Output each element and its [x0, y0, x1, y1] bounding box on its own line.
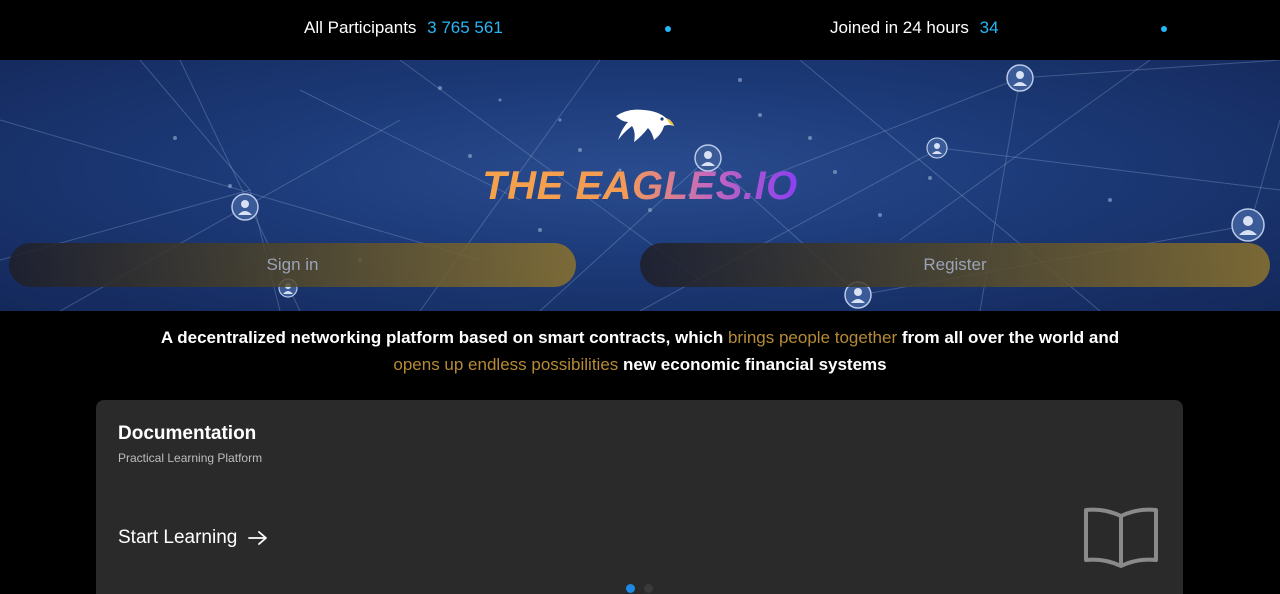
joined-24h-value: 34	[979, 18, 999, 37]
tagline-highlight: opens up endless possibilities	[393, 355, 619, 374]
joined-24h-label: Joined in 24 hours	[830, 18, 969, 37]
all-participants-stat: All Participants 3 765 561	[304, 18, 503, 38]
carousel-dot-active[interactable]	[626, 584, 635, 593]
register-button[interactable]: Register	[640, 243, 1270, 287]
documentation-title: Documentation	[118, 423, 257, 444]
user-node-icon	[1231, 208, 1265, 242]
documentation-card: Documentation Practical Learning Platfor…	[96, 400, 1183, 594]
user-node-icon	[1006, 64, 1034, 92]
sign-in-button[interactable]: Sign in	[9, 243, 576, 287]
open-book-icon	[1084, 507, 1158, 568]
eagle-logo-icon	[616, 109, 674, 142]
brand-title: THE EAGLES.IO	[482, 164, 798, 208]
arrow-right-icon	[248, 531, 268, 545]
status-dot	[665, 26, 671, 32]
status-dot	[1161, 26, 1167, 32]
carousel-dot[interactable]	[644, 584, 653, 593]
start-learning-link[interactable]: Start Learning	[118, 527, 269, 549]
hero-banner: THE EAGLES.IO Sign in Register	[0, 60, 1280, 311]
stats-bar: All Participants 3 765 561 Joined in 24 …	[0, 0, 1280, 60]
tagline-highlight: brings people together	[727, 328, 898, 347]
all-participants-label: All Participants	[304, 18, 417, 37]
all-participants-value: 3 765 561	[427, 18, 503, 37]
tagline-line-1: A decentralized networking platform base…	[160, 328, 1120, 347]
documentation-subtitle: Practical Learning Platform	[118, 451, 263, 465]
start-learning-label: Start Learning	[118, 527, 238, 548]
user-node-icon	[926, 137, 948, 159]
tagline-line-2: opens up endless possibilities new econo…	[393, 355, 887, 374]
tagline: A decentralized networking platform base…	[0, 324, 1280, 378]
joined-24h-stat: Joined in 24 hours 34	[830, 18, 999, 38]
